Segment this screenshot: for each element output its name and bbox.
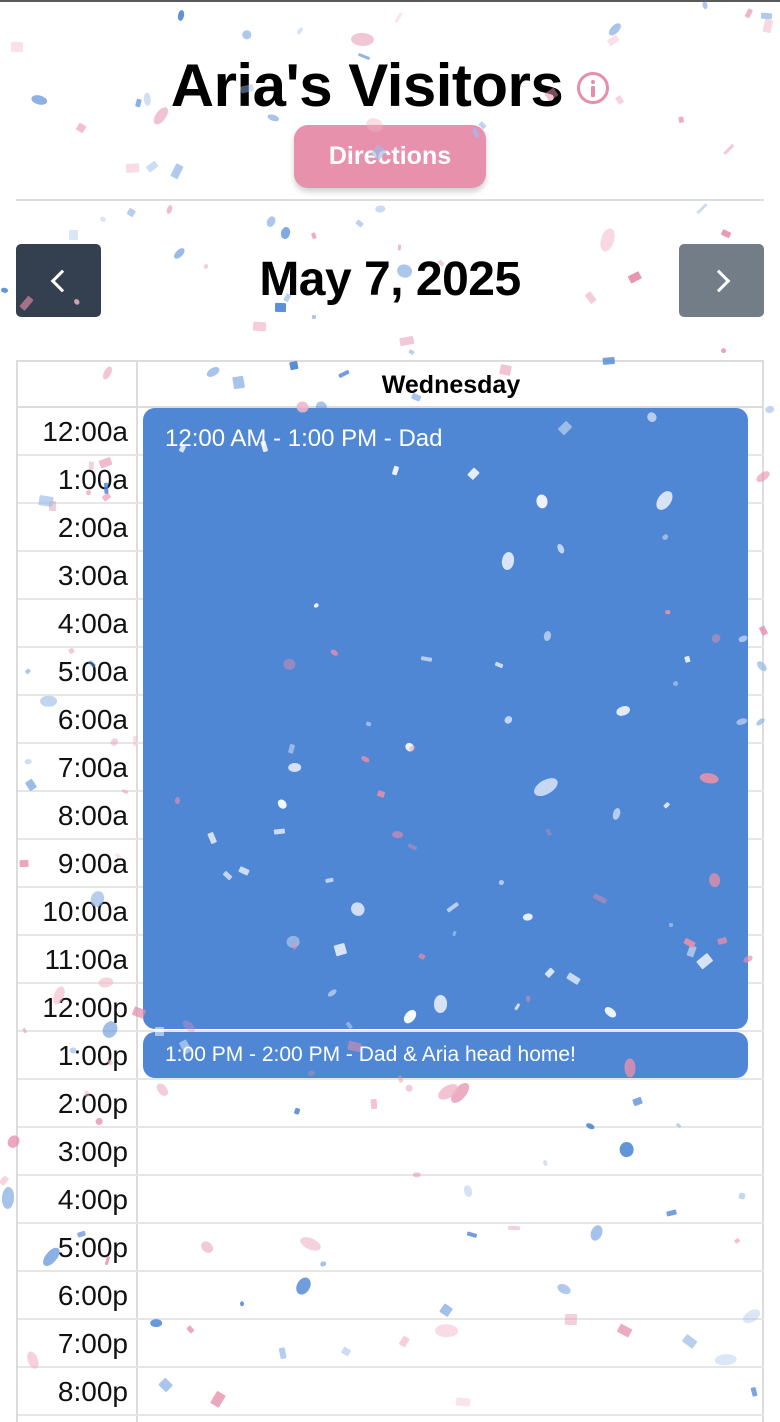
hour-label: 6:00a	[57, 704, 128, 735]
confetti-piece	[311, 314, 317, 319]
confetti-piece	[98, 214, 108, 223]
confetti-piece	[350, 32, 374, 47]
hour-row[interactable]: 8:00p	[18, 1368, 764, 1416]
confetti-piece	[355, 219, 365, 228]
hour-label: 1:00p	[57, 1040, 128, 1071]
day-header: Wednesday	[381, 371, 521, 399]
confetti-piece	[165, 204, 174, 215]
confetti-piece	[760, 12, 773, 20]
hour-label: 5:00p	[57, 1232, 128, 1263]
hour-row[interactable]: 6:00p	[18, 1272, 764, 1320]
confetti-piece	[1, 1186, 16, 1209]
hour-row[interactable]: 2:00p	[18, 1080, 764, 1128]
hour-label: 3:00p	[57, 1136, 128, 1167]
confetti-piece	[606, 34, 620, 46]
hour-label: 9:00a	[57, 848, 128, 879]
confetti-piece	[75, 122, 87, 135]
next-day-button[interactable]	[679, 244, 764, 317]
confetti-piece	[252, 321, 267, 331]
page-title: Aria's Visitors	[170, 52, 564, 119]
event-label: 1:00 PM - 2:00 PM - Dad & Aria head home…	[165, 1043, 576, 1066]
hour-label: 4:00p	[57, 1184, 128, 1215]
hour-label: 8:00p	[57, 1376, 128, 1407]
confetti-piece	[169, 163, 184, 180]
divider	[16, 199, 764, 201]
hour-label: 6:00p	[57, 1280, 128, 1311]
event-label: 12:00 AM - 1:00 PM - Dad	[165, 425, 443, 452]
confetti-piece	[375, 205, 386, 214]
confetti-piece	[394, 12, 403, 24]
confetti-piece	[722, 143, 735, 155]
hour-row[interactable]: 3:00p	[18, 1128, 764, 1176]
confetti-piece	[295, 26, 304, 36]
hour-label: 8:00a	[57, 800, 128, 831]
hour-row[interactable]: 7:00p	[18, 1320, 764, 1368]
confetti-piece	[695, 202, 708, 215]
event-head-home[interactable]: 1:00 PM - 2:00 PM - Dad & Aria head home…	[143, 1032, 748, 1078]
confetti-piece	[701, 0, 709, 11]
confetti-piece	[743, 8, 753, 19]
confetti-piece	[176, 9, 185, 23]
day-calendar: Wednesday 12:00a 1:00a 2:00a 3:00a 4:00a 5:00…	[16, 360, 764, 1422]
top-border	[0, 0, 780, 2]
confetti-piece	[606, 21, 623, 38]
confetti-piece	[720, 347, 728, 355]
confetti-piece	[125, 163, 140, 173]
chevron-right-icon	[707, 269, 730, 292]
hour-label: 2:00a	[57, 512, 128, 543]
current-date: May 7, 2025	[259, 253, 521, 306]
hour-label: 5:00a	[57, 656, 128, 687]
confetti-piece	[240, 28, 254, 42]
confetti-piece	[311, 232, 318, 240]
confetti-piece	[720, 229, 732, 239]
hour-label: 12:00a	[42, 416, 128, 447]
event-dad[interactable]: 12:00 AM - 1:00 PM - Dad	[143, 408, 748, 1029]
hour-label: 7:00p	[57, 1328, 128, 1359]
hour-label: 4:00a	[57, 608, 128, 639]
confetti-piece	[399, 335, 415, 346]
hour-row[interactable]: 5:00p	[18, 1224, 764, 1272]
confetti-piece	[126, 208, 137, 218]
hour-label: 11:00a	[44, 944, 128, 975]
confetti-piece	[764, 404, 775, 414]
confetti-piece	[68, 229, 78, 241]
hour-label: 12:00p	[42, 992, 128, 1023]
confetti-piece	[264, 214, 277, 229]
confetti-piece	[279, 226, 292, 241]
hour-label: 10:00a	[42, 896, 128, 927]
info-circle-icon[interactable]	[577, 72, 610, 104]
header: Aria's Visitors	[0, 48, 780, 124]
title-wrap: Aria's Visitors	[171, 48, 610, 124]
hour-label: 2:00p	[57, 1088, 128, 1119]
hour-label: 3:00a	[57, 560, 128, 591]
hour-label: 7:00a	[57, 752, 128, 783]
confetti-piece	[0, 1175, 10, 1187]
directions-button[interactable]: Directions	[294, 125, 486, 188]
confetti-piece	[761, 18, 773, 34]
page: Aria's Visitors Directions May 7, 2025 W…	[0, 0, 780, 1422]
hour-row[interactable]: 4:00p	[18, 1176, 764, 1224]
hour-label: 1:00a	[57, 464, 128, 495]
confetti-piece	[408, 348, 415, 355]
confetti-piece	[146, 160, 159, 173]
